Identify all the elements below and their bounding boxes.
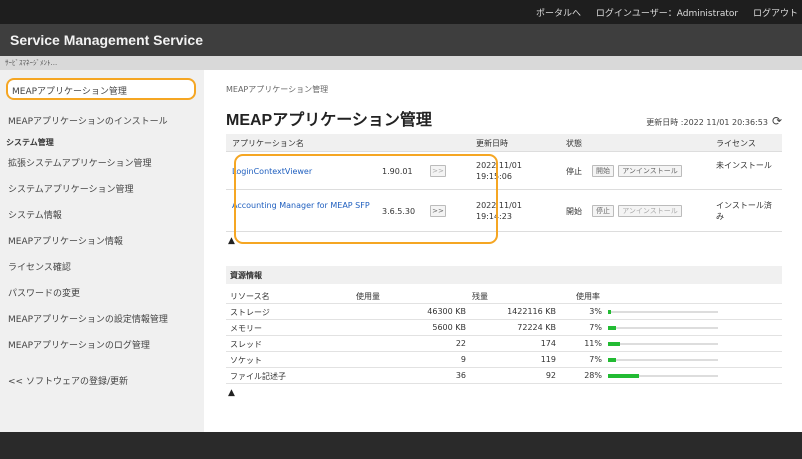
sidebar-item-meap-settings[interactable]: MEAPアプリケーションの設定情報管理	[8, 312, 198, 325]
usage-bar	[608, 310, 718, 314]
sidebar-item-meap-logs[interactable]: MEAPアプリケーションのログ管理	[8, 338, 198, 351]
resource-name: ストレージ	[230, 308, 270, 317]
table-row: ソケット 9 119 7%	[226, 352, 782, 368]
resource-name: ファイル記述子	[230, 372, 286, 381]
resource-remaining: 92	[545, 371, 556, 380]
app-license: 未インストール	[716, 161, 772, 170]
uninstall-button[interactable]: アンインストール	[618, 205, 682, 217]
resource-remaining: 72224 KB	[517, 323, 556, 332]
app-license: インストール済み	[716, 201, 772, 221]
header-app-name: アプリケーション名	[232, 139, 304, 148]
top-bar: ポータルへ ログインユーザー：Administrator ログアウト	[0, 0, 802, 24]
login-user: ログインユーザー：Administrator	[595, 9, 739, 19]
table-row: ファイル記述子 36 92 28%	[226, 368, 782, 384]
header-license: ライセンス	[716, 139, 756, 148]
resource-remaining: 119	[540, 355, 556, 364]
usage-bar	[608, 374, 718, 378]
uninstall-button[interactable]: アンインストール	[618, 165, 682, 177]
header-usage-rate: 使用率	[576, 292, 600, 301]
resource-used: 22	[455, 339, 466, 348]
header-updated: 更新日時	[476, 139, 508, 148]
app-status: 開始	[566, 207, 582, 216]
app-title: Service Management Service	[10, 32, 203, 48]
sidebar-item-software-update[interactable]: << ソフトウェアの登録/更新	[8, 374, 198, 387]
resource-section-header: 資源情報	[226, 266, 782, 284]
logout-link[interactable]: ログアウト	[753, 9, 798, 19]
app-header: Service Management Service	[0, 24, 802, 56]
resource-name: スレッド	[230, 340, 262, 349]
sidebar-item-meap-install[interactable]: MEAPアプリケーションのインストール	[8, 114, 198, 127]
usage-bar-fill	[608, 310, 611, 314]
usage-bar	[608, 342, 718, 346]
start-button[interactable]: 開始	[592, 165, 614, 177]
resource-used: 46300 KB	[427, 307, 466, 316]
updated-text: 更新日時 :2022 11/01 20:36:53	[646, 118, 768, 127]
header-status: 状態	[566, 139, 582, 148]
sidebar-item-meap-app-management[interactable]: MEAPアプリケーション管理	[6, 78, 196, 100]
usage-bar-fill	[608, 342, 620, 346]
resource-usage-rate: 11%	[584, 339, 602, 348]
resource-name: ソケット	[230, 356, 262, 365]
footer	[0, 432, 802, 459]
usage-bar-fill	[608, 374, 639, 378]
resource-usage-rate: 7%	[589, 355, 602, 364]
usage-bar-fill	[608, 326, 616, 330]
resource-used: 36	[455, 371, 466, 380]
resource-section-title: 資源情報	[230, 271, 262, 280]
usage-bar-fill	[608, 358, 616, 362]
sidebar-item-system-apps[interactable]: システムアプリケーション管理	[8, 182, 198, 195]
usage-bar	[608, 326, 718, 330]
sidebar-item-change-password[interactable]: パスワードの変更	[8, 286, 198, 299]
app-table-header: アプリケーション名 更新日時 状態 ライセンス	[226, 134, 782, 152]
highlight-frame	[234, 154, 498, 244]
collapse-up-icon[interactable]: ▲	[228, 388, 235, 398]
table-row: メモリー 5600 KB 72224 KB 7%	[226, 320, 782, 336]
resource-remaining: 174	[540, 339, 556, 348]
resource-used: 9	[460, 355, 466, 364]
refresh-icon[interactable]: ⟳	[772, 114, 782, 128]
sidebar-section-system: システム管理	[6, 138, 54, 147]
header-remaining: 残量	[472, 292, 488, 301]
updated-timestamp: 更新日時 :2022 11/01 20:36:53 ⟳	[646, 114, 782, 128]
sidebar: MEAPアプリケーション管理 MEAPアプリケーションのインストール システム管…	[0, 70, 204, 432]
portal-link[interactable]: ポータルへ	[536, 9, 581, 19]
stop-button[interactable]: 停止	[592, 205, 614, 217]
resource-usage-rate: 28%	[584, 371, 602, 380]
breadcrumb-bar: ｻｰﾋﾞｽﾏﾈｰｼﾞﾒﾝﾄ...	[0, 56, 802, 70]
breadcrumb: MEAPアプリケーション管理	[226, 85, 329, 94]
resource-usage-rate: 3%	[589, 307, 602, 316]
resource-table-header: リソース名 使用量 残量 使用率	[226, 288, 782, 304]
header-used: 使用量	[356, 292, 380, 301]
sidebar-item-system-info[interactable]: システム情報	[8, 208, 198, 221]
resource-used: 5600 KB	[432, 323, 466, 332]
app-status: 停止	[566, 167, 582, 176]
page-title: MEAPアプリケーション管理	[226, 112, 432, 129]
table-row: スレッド 22 174 11%	[226, 336, 782, 352]
resource-remaining: 1422116 KB	[507, 307, 556, 316]
usage-bar	[608, 358, 718, 362]
main-content: MEAPアプリケーション管理 MEAPアプリケーション管理 更新日時 :2022…	[204, 70, 802, 432]
top-links: ポータルへ ログインユーザー：Administrator ログアウト	[524, 6, 798, 19]
sidebar-item-license-check[interactable]: ライセンス確認	[8, 260, 198, 273]
resource-name: メモリー	[230, 324, 262, 333]
sidebar-item-ext-system-apps[interactable]: 拡張システムアプリケーション管理	[8, 156, 198, 169]
sidebar-item-meap-app-info[interactable]: MEAPアプリケーション情報	[8, 234, 198, 247]
table-row: ストレージ 46300 KB 1422116 KB 3%	[226, 304, 782, 320]
resource-usage-rate: 7%	[589, 323, 602, 332]
header-resource-name: リソース名	[230, 292, 270, 301]
breadcrumb-top[interactable]: ｻｰﾋﾞｽﾏﾈｰｼﾞﾒﾝﾄ...	[5, 58, 57, 68]
